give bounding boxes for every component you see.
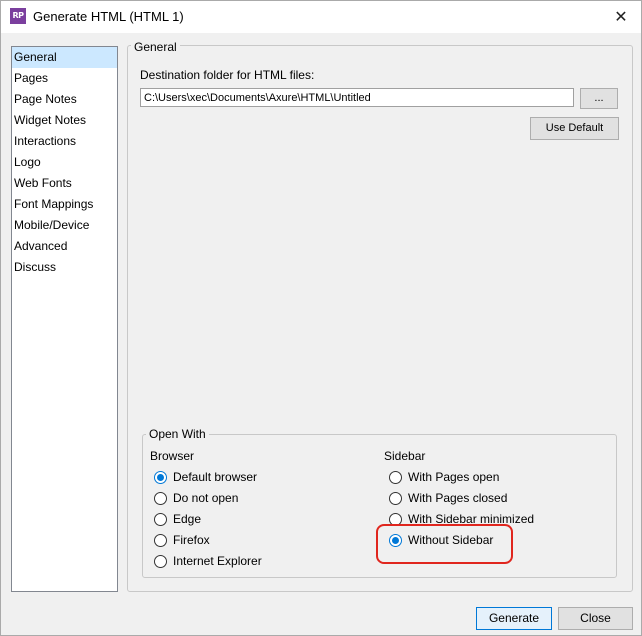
- nav-item-mobile-device[interactable]: Mobile/Device: [12, 215, 117, 236]
- nav-item-widget-notes[interactable]: Widget Notes: [12, 110, 117, 131]
- nav-item-interactions[interactable]: Interactions: [12, 131, 117, 152]
- radio-label: Default browser: [173, 470, 258, 484]
- nav-item-discuss[interactable]: Discuss: [12, 257, 117, 278]
- generate-button[interactable]: Generate: [476, 607, 552, 630]
- annotation-highlight-box: [376, 524, 513, 564]
- browse-button[interactable]: ...: [580, 88, 618, 109]
- destination-folder-label: Destination folder for HTML files:: [140, 68, 315, 82]
- radio-label: Do not open: [173, 491, 239, 505]
- browser-heading: Browser: [150, 449, 195, 463]
- close-button[interactable]: Close: [558, 607, 633, 630]
- nav-item-page-notes[interactable]: Page Notes: [12, 89, 117, 110]
- radio-default-browser[interactable]: Default browser: [154, 468, 257, 486]
- nav-item-advanced[interactable]: Advanced: [12, 236, 117, 257]
- radio-unchecked-icon[interactable]: [154, 533, 167, 547]
- radio-checked-icon[interactable]: [154, 470, 167, 484]
- radio-unchecked-icon[interactable]: [389, 491, 402, 505]
- axure-rp-icon: RP: [10, 8, 26, 24]
- sidebar-heading: Sidebar: [384, 449, 426, 463]
- radio-firefox[interactable]: Firefox: [154, 531, 210, 549]
- radio-label: With Pages closed: [408, 491, 508, 505]
- category-list: General Pages Page Notes Widget Notes In…: [11, 46, 118, 592]
- window-title: Generate HTML (HTML 1): [33, 9, 184, 24]
- use-default-button[interactable]: Use Default: [530, 117, 619, 140]
- radio-label: With Pages open: [408, 470, 500, 484]
- radio-unchecked-icon[interactable]: [154, 512, 167, 526]
- radio-with-pages-open[interactable]: With Pages open: [389, 468, 499, 486]
- open-with-label: Open With: [146, 427, 209, 441]
- close-icon[interactable]: ✕: [611, 7, 631, 27]
- radio-unchecked-icon[interactable]: [389, 470, 402, 484]
- destination-folder-input[interactable]: [140, 88, 574, 107]
- nav-item-font-mappings[interactable]: Font Mappings: [12, 194, 117, 215]
- nav-item-logo[interactable]: Logo: [12, 152, 117, 173]
- radio-unchecked-icon[interactable]: [154, 554, 167, 568]
- title-bar: RP Generate HTML (HTML 1) ✕: [1, 1, 641, 33]
- radio-edge[interactable]: Edge: [154, 510, 201, 528]
- radio-label: Internet Explorer: [173, 554, 262, 568]
- nav-item-pages[interactable]: Pages: [12, 68, 117, 89]
- nav-item-general[interactable]: General: [12, 47, 117, 68]
- radio-label: Edge: [173, 512, 202, 526]
- radio-do-not-open[interactable]: Do not open: [154, 489, 238, 507]
- radio-with-pages-closed[interactable]: With Pages closed: [389, 489, 507, 507]
- radio-label: Firefox: [173, 533, 210, 547]
- general-group-label: General: [131, 40, 180, 54]
- radio-internet-explorer[interactable]: Internet Explorer: [154, 552, 262, 570]
- nav-item-web-fonts[interactable]: Web Fonts: [12, 173, 117, 194]
- dialog-window: RP Generate HTML (HTML 1) ✕ General Page…: [0, 0, 642, 636]
- radio-unchecked-icon[interactable]: [154, 491, 167, 505]
